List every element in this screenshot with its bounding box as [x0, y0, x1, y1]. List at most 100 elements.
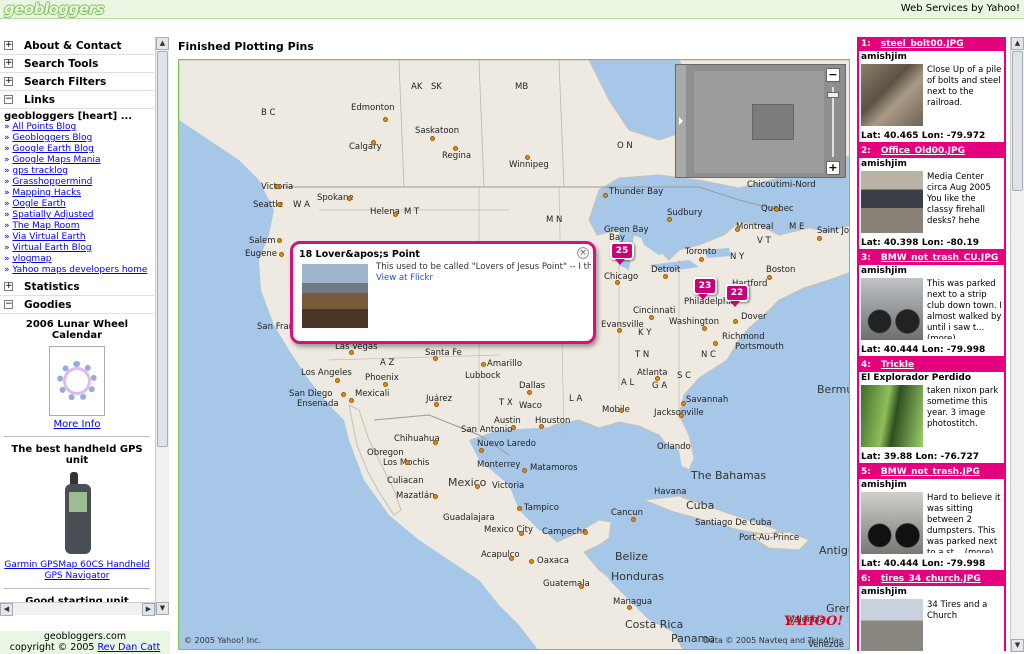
section-search-filters[interactable]: + Search Filters: [0, 73, 154, 91]
zoom-slider-knob[interactable]: [827, 92, 839, 98]
city-dot: [433, 494, 438, 499]
photo-card[interactable]: 5: BMW_not_trash.JPG amishjim Hard to bel…: [857, 465, 1006, 572]
expand-icon[interactable]: +: [4, 41, 13, 50]
photo-thumbnail[interactable]: [861, 64, 923, 126]
zoom-in-button[interactable]: −: [826, 68, 840, 82]
map-label: Calgary: [349, 142, 382, 152]
link-item[interactable]: » Geobloggers Blog: [0, 133, 154, 144]
popup-thumbnail[interactable]: [302, 264, 368, 328]
city-dot: [667, 217, 672, 222]
author-link[interactable]: Rev Dan Catt: [98, 642, 161, 653]
photo-link[interactable]: Trickle: [881, 360, 914, 370]
city-dot: [649, 315, 654, 320]
map-view[interactable]: AK SK MB B C Edmonton Saskatoon Calgary …: [178, 59, 850, 650]
photo-thumbnail[interactable]: [861, 599, 923, 651]
scroll-left-icon[interactable]: ◀: [0, 603, 13, 616]
expand-icon[interactable]: +: [4, 77, 13, 86]
map-label: Montreal: [736, 222, 774, 232]
city-dot: [405, 460, 410, 465]
link-item[interactable]: » Oogle Earth: [0, 199, 154, 210]
map-label: MB: [515, 82, 529, 92]
link-item[interactable]: » Via Virtual Earth: [0, 232, 154, 243]
link-item[interactable]: » Mapping Hacks: [0, 188, 154, 199]
sidebar-hscrollbar[interactable]: ◀ ▶: [0, 602, 155, 616]
photo-thumbnail[interactable]: [861, 278, 923, 340]
gps-product-link[interactable]: Garmin GPSMap 60CS Handheld GPS Navigato…: [0, 560, 154, 582]
link-item[interactable]: » Google Earth Blog: [0, 144, 154, 155]
scroll-up-icon[interactable]: ▲: [156, 37, 169, 50]
overview-map[interactable]: − +: [675, 64, 846, 178]
view-at-flickr-link[interactable]: View at Flickr: [376, 273, 433, 283]
photo-card[interactable]: 3: BMW_not_trash_CU.JPG amishjim This was…: [857, 251, 1006, 358]
footer: geobloggers.com copyright © 2005 Rev Dan…: [0, 631, 170, 654]
overview-toggle-icon[interactable]: [676, 65, 686, 177]
zoom-out-button[interactable]: +: [826, 161, 840, 175]
photo-card[interactable]: 6: tires_34_church.JPG amishjim 34 Tires …: [857, 572, 1006, 651]
scroll-up-icon[interactable]: ▲: [1011, 37, 1024, 50]
link-item[interactable]: » Yahoo maps developers home: [0, 265, 154, 276]
photo-link[interactable]: BMW_not_trash_CU.JPG: [881, 253, 998, 263]
section-statistics[interactable]: + Statistics: [0, 278, 154, 296]
link-item[interactable]: » Virtual Earth Blog: [0, 243, 154, 254]
sidebar-scrollbar[interactable]: ▲ ▼: [155, 37, 169, 615]
close-icon[interactable]: ×: [577, 247, 589, 259]
scroll-right-icon[interactable]: ▶: [142, 603, 155, 616]
photo-list-scrollbar[interactable]: ▲ ▼: [1010, 37, 1024, 652]
city-dot: [702, 326, 707, 331]
link-item[interactable]: » vlogmap: [0, 254, 154, 265]
photo-link[interactable]: tires_34_church.JPG: [881, 574, 981, 584]
photo-thumbnail[interactable]: [861, 385, 923, 447]
photo-thumbnail[interactable]: [861, 492, 923, 554]
links-heading: geobloggers [heart] ...: [4, 111, 133, 122]
gps-device-image[interactable]: [62, 472, 92, 556]
more-info-link[interactable]: More Info: [0, 419, 154, 430]
photo-pin[interactable]: 22: [725, 284, 749, 307]
photo-card[interactable]: 2: Office_Old00.JPG amishjim Media Center…: [857, 144, 1006, 251]
scroll-thumb[interactable]: [157, 51, 168, 447]
link-item[interactable]: » Spatially Adjusted: [0, 210, 154, 221]
expand-icon[interactable]: +: [4, 282, 13, 291]
photo-card[interactable]: 1: steel_bolt00.JPG amishjim Close Up of …: [857, 37, 1006, 144]
photo-link[interactable]: BMW_not_trash.JPG: [881, 467, 980, 477]
map-label: Chicago: [604, 272, 639, 282]
link-item[interactable]: » Google Maps Mania: [0, 155, 154, 166]
scroll-down-icon[interactable]: ▼: [1011, 639, 1024, 652]
web-services-credit: Web Services by Yahoo!: [900, 3, 1020, 14]
map-label: Antigu: [819, 544, 849, 557]
city-dot: [277, 238, 282, 243]
link-item[interactable]: » gps tracklog: [0, 166, 154, 177]
card-user: amishjim: [861, 159, 907, 169]
section-goodies[interactable]: − Goodies: [0, 296, 154, 314]
expand-icon[interactable]: +: [4, 59, 13, 68]
link-item[interactable]: » Grasshoppermind: [0, 177, 154, 188]
map-label: Campeche: [542, 527, 588, 537]
card-header: 4: Trickle: [859, 358, 1004, 372]
map-label: A L: [621, 378, 635, 388]
section-about[interactable]: + About & Contact: [0, 37, 154, 55]
city-dot: [615, 280, 620, 285]
map-label: B C: [261, 108, 276, 118]
overview-viewport[interactable]: [752, 104, 794, 140]
photo-link[interactable]: Office_Old00.JPG: [881, 146, 965, 156]
site-logo[interactable]: geobloggers: [4, 0, 104, 18]
map-label: Guadalajara: [443, 513, 495, 523]
scroll-thumb[interactable]: [1012, 51, 1023, 191]
city-dot: [517, 506, 522, 511]
photo-thumbnail[interactable]: [861, 171, 923, 233]
section-links[interactable]: − Links: [0, 91, 154, 109]
link-item[interactable]: » All Points Blog: [0, 122, 154, 133]
section-search-tools[interactable]: + Search Tools: [0, 55, 154, 73]
map-label: Monterrey: [477, 460, 521, 470]
map-label: Bermu: [817, 383, 850, 396]
scroll-down-icon[interactable]: ▼: [156, 602, 169, 615]
photo-link[interactable]: steel_bolt00.JPG: [881, 39, 964, 49]
photo-pin[interactable]: 23: [693, 277, 717, 300]
collapse-icon[interactable]: −: [4, 300, 13, 309]
photo-card[interactable]: 4: Trickle El Explorador Perdido taken ni…: [857, 358, 1006, 465]
map-label: Salem: [249, 236, 276, 246]
collapse-icon[interactable]: −: [4, 95, 13, 104]
map-label: Mazatlán: [396, 491, 435, 501]
photo-pin[interactable]: 25: [610, 242, 634, 265]
calendar-image[interactable]: [49, 346, 105, 416]
link-item[interactable]: » The Map Room: [0, 221, 154, 232]
